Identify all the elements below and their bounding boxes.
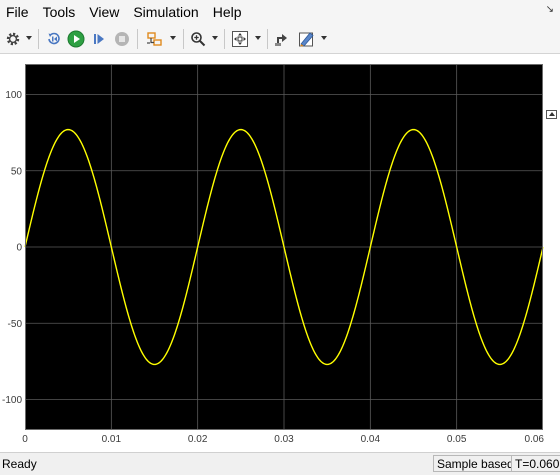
toolbar-separator [183,29,184,49]
menu-bar: File Tools View Simulation Help ↘ [0,0,560,25]
fit-dropdown-icon[interactable] [255,36,261,40]
y-tick-label: -50 [8,319,23,330]
toolbar-separator [224,29,225,49]
x-tick-label: 0.01 [102,434,122,445]
scope-chart: -100 -50 0 50 100 0 0.01 0.02 0.03 0.04 0.05 0.06 [2,64,544,445]
y-tick-label: 0 [16,243,22,254]
x-tick-label: 0.06 [525,434,545,445]
y-tick-labels: -100 -50 0 50 100 [2,90,22,406]
fit-to-view-icon[interactable] [230,29,250,49]
settings-dropdown-icon[interactable] [26,36,32,40]
y-tick-label: 50 [11,166,23,177]
x-tick-label: 0.04 [361,434,381,445]
toolbar-separator [137,29,138,49]
zoom-in-icon[interactable] [189,29,207,49]
signal-select-dropdown-icon[interactable] [170,36,176,40]
status-text: Ready [2,457,37,471]
signal-select-icon[interactable] [145,29,165,49]
sample-mode-indicator: Sample based [433,455,518,472]
zoom-dropdown-icon[interactable] [212,36,218,40]
x-tick-label: 0.05 [447,434,467,445]
menu-simulation[interactable]: Simulation [126,0,205,25]
y-tick-label: -100 [2,395,22,406]
menu-help[interactable]: Help [206,0,249,25]
x-tick-labels: 0 0.01 0.02 0.03 0.04 0.05 0.06 [22,434,544,445]
status-bar: Ready Sample based T=0.060 [0,452,560,475]
step-back-icon[interactable] [45,29,63,49]
x-tick-label: 0.02 [188,434,208,445]
step-forward-icon[interactable] [90,29,108,49]
menu-tools[interactable]: Tools [36,0,83,25]
x-tick-label: 0.03 [274,434,294,445]
run-icon[interactable] [67,29,85,49]
menu-view[interactable]: View [82,0,126,25]
scope-display: -100 -50 0 50 100 0 0.01 0.02 0.03 0.04 0.05 0.06 [0,54,560,452]
simulation-time: T=0.060 [511,455,560,472]
menu-file[interactable]: File [0,0,36,25]
toolbar [0,25,560,54]
style-dropdown-icon[interactable] [321,36,327,40]
x-tick-label: 0 [22,434,28,445]
stop-icon[interactable] [113,29,131,49]
toolbar-separator [38,29,39,49]
y-tick-label: 100 [5,90,22,101]
settings-gear-icon[interactable] [4,29,22,49]
style-icon[interactable] [297,29,317,49]
toolbar-separator [267,29,268,49]
minimize-arrow-icon[interactable]: ↘ [546,4,554,15]
highlight-block-icon[interactable] [273,29,291,49]
